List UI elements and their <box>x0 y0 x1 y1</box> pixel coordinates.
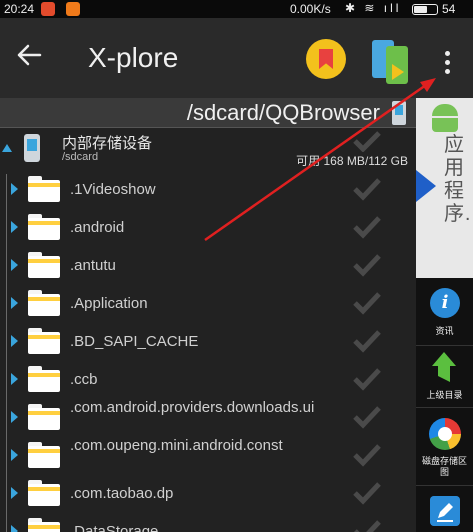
app-manager-label: 应用程序… <box>444 134 473 225</box>
folder-icon <box>28 404 60 430</box>
info-icon: i <box>430 288 460 318</box>
battery-icon <box>412 4 438 15</box>
expand-caret-icon[interactable] <box>11 449 18 461</box>
file-row[interactable]: .DataStorage <box>0 512 416 532</box>
checkmark-icon[interactable] <box>352 366 382 392</box>
file-name: .Application <box>70 295 148 312</box>
file-row[interactable]: .ccb <box>0 360 416 398</box>
app-notification-icon <box>41 2 55 16</box>
arrow-right-icon <box>416 170 436 202</box>
folder-icon <box>28 252 60 278</box>
file-row[interactable]: .com.android.providers.downloads.ui <box>0 398 416 436</box>
folder-icon <box>28 328 60 354</box>
checkmark-icon[interactable] <box>352 518 382 532</box>
checkmark-icon[interactable] <box>352 328 382 354</box>
file-row[interactable]: .com.oupeng.mini.android.const <box>0 436 416 474</box>
expand-caret-icon[interactable] <box>11 259 18 271</box>
file-name: .com.oupeng.mini.android.const <box>70 437 283 454</box>
expand-caret-icon[interactable] <box>11 525 18 532</box>
app-bar: X-plore <box>0 18 473 98</box>
folder-icon <box>28 518 60 532</box>
file-name: .BD_SAPI_CACHE <box>70 333 199 350</box>
bookmark-icon[interactable] <box>306 39 346 79</box>
edit-button[interactable] <box>416 490 473 532</box>
checkmark-icon[interactable] <box>352 290 382 316</box>
folder-icon <box>28 176 60 202</box>
file-row[interactable]: .antutu <box>0 246 416 284</box>
expand-caret-icon[interactable] <box>11 297 18 309</box>
file-row[interactable]: .1Videoshow <box>0 170 416 208</box>
file-name: .1Videoshow <box>70 181 156 198</box>
storage-row[interactable]: 内部存储设备 /sdcard 可用 168 MB/112 GB <box>0 128 416 168</box>
expand-caret-icon[interactable] <box>11 221 18 233</box>
file-row[interactable]: .com.taobao.dp <box>0 474 416 512</box>
info-label: 资讯 <box>435 326 454 336</box>
collapse-icon[interactable] <box>2 144 12 152</box>
storage-mount: /sdcard <box>62 151 99 163</box>
free-label: 可用 <box>296 154 321 168</box>
overflow-menu-icon[interactable] <box>440 48 454 78</box>
signal-icons: ✱ ≋ ıll <box>345 1 402 15</box>
up-arrow-icon <box>432 352 456 382</box>
file-name: .com.taobao.dp <box>70 485 174 502</box>
file-row[interactable]: .android <box>0 208 416 246</box>
switch-panel-icon[interactable] <box>372 36 412 86</box>
folder-icon <box>28 442 60 468</box>
disk-map-button[interactable]: 磁盘存储区图 <box>416 414 473 486</box>
folder-icon <box>28 214 60 240</box>
path-bar: /sdcard/QQBrowser <box>0 98 416 128</box>
checkmark-icon[interactable] <box>352 214 382 240</box>
expand-caret-icon[interactable] <box>11 183 18 195</box>
folder-icon <box>28 366 60 392</box>
app-manager-tab[interactable]: 应用程序… <box>416 98 473 278</box>
checkmark-icon[interactable] <box>352 176 382 202</box>
info-button[interactable]: i 资讯 <box>416 284 473 346</box>
file-name: .com.android.providers.downloads.ui <box>70 399 315 416</box>
phone-icon <box>392 101 406 125</box>
checkmark-icon[interactable] <box>352 404 382 430</box>
current-path: /sdcard/QQBrowser <box>186 100 380 125</box>
expand-caret-icon[interactable] <box>11 487 18 499</box>
android-icon <box>432 104 458 132</box>
expand-caret-icon[interactable] <box>11 373 18 385</box>
file-pane: /sdcard/QQBrowser 内部存储设备 /sdcard 可用 168 … <box>0 98 416 532</box>
folder-icon <box>28 480 60 506</box>
parent-dir-button[interactable]: 上级目录 <box>416 346 473 408</box>
side-panel: 应用程序… i 资讯 上级目录 磁盘存储区图 <box>416 98 473 532</box>
file-name: .antutu <box>70 257 116 274</box>
file-row[interactable]: .Application <box>0 284 416 322</box>
expand-caret-icon[interactable] <box>11 335 18 347</box>
checkmark-icon[interactable] <box>352 252 382 278</box>
free-value: 168 MB/112 GB <box>323 154 409 168</box>
arrow-left-icon[interactable] <box>14 40 44 70</box>
edit-icon <box>430 496 460 526</box>
app-notification-icon <box>66 2 80 16</box>
network-speed: 0.00K/s <box>290 2 331 16</box>
app-title: X-plore <box>88 42 179 73</box>
status-bar: 20:24 0.00K/s ✱ ≋ ıll 54 <box>0 0 473 18</box>
device-icon <box>24 134 40 162</box>
parent-dir-label: 上级目录 <box>426 390 463 400</box>
checkmark-icon[interactable] <box>352 442 382 468</box>
expand-caret-icon[interactable] <box>11 411 18 423</box>
folder-icon <box>28 290 60 316</box>
file-row[interactable]: .BD_SAPI_CACHE <box>0 322 416 360</box>
disk-map-label: 磁盘存储区图 <box>421 456 467 477</box>
storage-free: 可用 168 MB/112 GB <box>296 152 408 169</box>
storage-name: 内部存储设备 <box>62 135 153 152</box>
file-name: .android <box>70 219 125 236</box>
disk-map-icon <box>429 418 461 450</box>
checkmark-icon[interactable] <box>352 480 382 506</box>
file-name: .ccb <box>70 371 98 388</box>
checkmark-icon[interactable] <box>352 130 382 152</box>
file-name: .DataStorage <box>70 523 159 532</box>
clock: 20:24 <box>4 2 35 16</box>
battery-percent: 54 <box>442 2 456 16</box>
